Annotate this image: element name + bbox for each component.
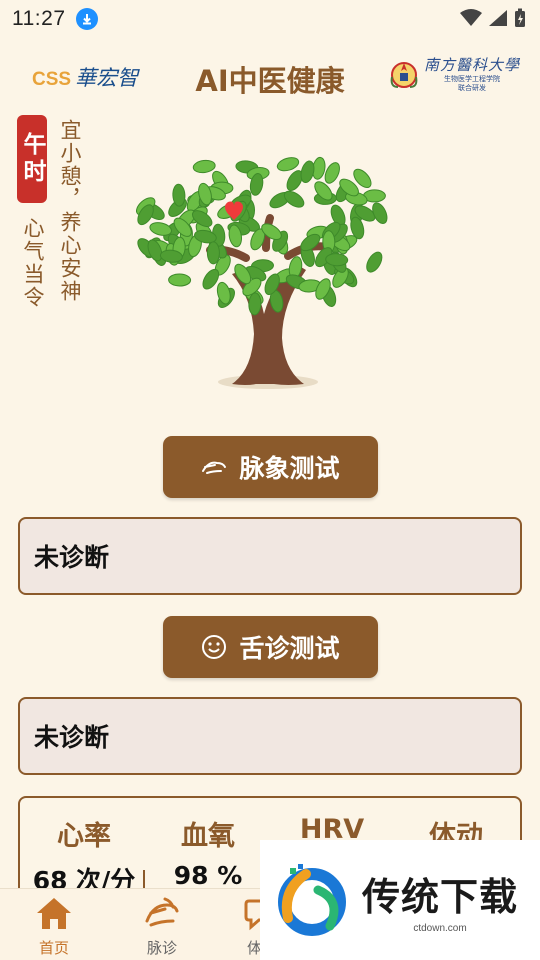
meridian-text: 心气当令 — [21, 217, 45, 309]
pulse-result-text: 未诊断 — [34, 543, 110, 572]
nav-label: 首页 — [38, 939, 69, 957]
tongue-test-label: 舌诊测试 — [239, 634, 340, 663]
tongue-test-button[interactable]: 舌诊测试 — [163, 616, 378, 678]
university-logo: 南方醫科大學 生物医学工程学院 联合研发 — [390, 54, 520, 93]
home-icon — [37, 898, 71, 929]
status-bar: 11:27 — [0, 0, 540, 38]
app-header: CSS 華宏智 AI中医健康 南方醫科大學 生物医学工程学院 联合研发 — [0, 50, 540, 106]
time-advice: 宜小憩，养心安神 — [58, 119, 82, 303]
signal-icon — [489, 10, 507, 26]
pulse-result-box: 未诊断 — [18, 517, 522, 595]
nav-item-pulse[interactable]: 脉诊 — [112, 895, 212, 958]
university-name: 南方醫科大學 — [423, 56, 520, 74]
nav-item-home[interactable]: 首页 — [4, 895, 104, 958]
pulse-test-button[interactable]: 脉象测试 — [163, 436, 378, 498]
health-tree-illustration — [128, 138, 408, 394]
vital-blood-oxygen: 血氧 98 % — [148, 814, 268, 890]
pulse-hand-icon — [201, 454, 227, 480]
nav-label: 脉诊 — [146, 939, 177, 957]
university-sub-1: 生物医学工程学院 — [443, 75, 500, 83]
vital-value: 98 % — [173, 861, 243, 890]
vital-heart-rate: 心率 68 次/分 — [24, 814, 144, 897]
battery-icon — [515, 8, 525, 27]
pulse-test-label: 脉象测试 — [239, 454, 340, 483]
vital-label: 血氧 — [181, 821, 235, 852]
time-badge: 午时 — [17, 115, 47, 203]
face-tongue-icon — [201, 634, 227, 660]
watermark-title: 传统下载 — [362, 875, 519, 919]
download-icon — [75, 8, 98, 30]
university-sub-2: 联合研发 — [457, 84, 486, 92]
wifi-icon — [460, 9, 482, 26]
watermark-url: ctdown.com — [413, 923, 467, 934]
watermark-overlay: 传统下载 ctdown.com — [260, 840, 540, 960]
tongue-result-text: 未诊断 — [34, 723, 110, 752]
status-time: 11:27 — [12, 7, 66, 30]
vital-label: 心率 — [57, 821, 111, 852]
tongue-result-box: 未诊断 — [18, 697, 522, 775]
watermark-logo-icon — [278, 864, 346, 936]
university-seal-icon — [390, 61, 418, 88]
pulse-hand-icon — [145, 897, 179, 927]
